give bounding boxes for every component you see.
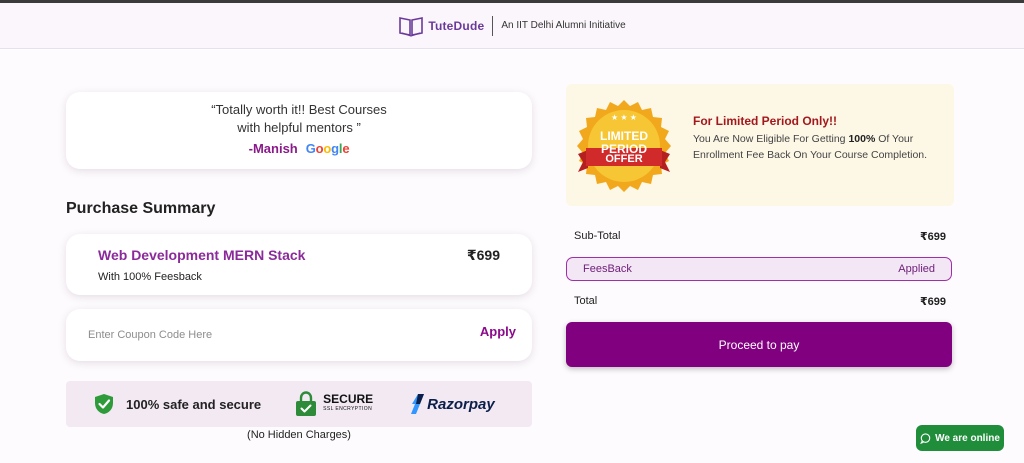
total-row: Total ₹699 bbox=[566, 291, 954, 311]
ssl-badge: SECURE SSL ENCRYPTION bbox=[295, 391, 373, 417]
brand-logo[interactable]: TuteDude An IIT Delhi Alumni Initiative bbox=[398, 15, 626, 37]
purchase-summary-title: Purchase Summary bbox=[66, 200, 216, 217]
coupon-card: Apply bbox=[66, 309, 532, 361]
safe-secure-badge: 100% safe and secure bbox=[94, 393, 261, 415]
course-feesback-note: With 100% Feesback bbox=[98, 271, 202, 283]
no-hidden-charges-note: (No Hidden Charges) bbox=[247, 429, 351, 441]
brand-divider bbox=[492, 15, 494, 36]
feesback-status: Applied bbox=[898, 263, 935, 275]
subtotal-row: Sub-Total ₹699 bbox=[566, 226, 954, 246]
testimonial-author: -Manish bbox=[248, 141, 298, 156]
limited-offer-banner: LIMITED PERIOD OFFER ★ ★ ★ For Limited P… bbox=[566, 84, 954, 206]
ssl-text: SECURE SSL ENCRYPTION bbox=[323, 392, 374, 414]
subtotal-label: Sub-Total bbox=[574, 230, 621, 242]
testimonial-card: “Totally worth it!! Best Courses with he… bbox=[66, 92, 532, 169]
security-badges: 100% safe and secure SECURE SSL ENCRYPTI… bbox=[66, 381, 532, 427]
coupon-input[interactable] bbox=[88, 326, 388, 344]
proceed-to-pay-button[interactable]: Proceed to pay bbox=[566, 322, 952, 367]
course-price: ₹699 bbox=[466, 247, 500, 263]
testimonial-quote: “Totally worth it!! Best Courses with he… bbox=[66, 92, 532, 137]
badge-text-line-1: LIMITED bbox=[600, 129, 648, 143]
brand-name: TuteDude bbox=[428, 18, 485, 33]
testimonial-quote-line-1: “Totally worth it!! Best Courses bbox=[211, 102, 387, 117]
testimonial-attribution: -Manish Google bbox=[66, 141, 532, 156]
shield-check-icon bbox=[95, 394, 113, 414]
offer-desc-highlight: 100% bbox=[848, 133, 876, 145]
whatsapp-chat-button[interactable]: We are online bbox=[916, 425, 1004, 451]
offer-description: You Are Now Eligible For Getting 100% Of… bbox=[693, 131, 948, 163]
feesback-row: FeesBack Applied bbox=[566, 257, 952, 281]
offer-title: For Limited Period Only!! bbox=[693, 114, 838, 128]
testimonial-quote-line-2: with helpful mentors ” bbox=[237, 120, 361, 135]
razorpay-label: Razorpay bbox=[427, 395, 495, 413]
razorpay-badge: Razorpay bbox=[409, 393, 495, 415]
limited-offer-badge-icon: LIMITED PERIOD OFFER ★ ★ ★ bbox=[577, 100, 671, 192]
total-value: ₹699 bbox=[919, 295, 946, 308]
brand-tagline: An IIT Delhi Alumni Initiative bbox=[501, 20, 626, 31]
ssl-lock-icon bbox=[296, 391, 317, 416]
ssl-main-label: SECURE bbox=[323, 392, 374, 406]
badge-stars: ★ ★ ★ bbox=[611, 113, 637, 122]
site-header: TuteDude An IIT Delhi Alumni Initiative bbox=[0, 3, 1024, 49]
apply-coupon-button[interactable]: Apply bbox=[480, 324, 516, 339]
safe-secure-label: 100% safe and secure bbox=[126, 396, 262, 412]
feesback-label: FeesBack bbox=[583, 263, 632, 275]
course-name: Web Development MERN Stack bbox=[98, 247, 306, 263]
chat-bubble-icon bbox=[920, 432, 931, 444]
razorpay-logo-icon bbox=[411, 394, 425, 414]
total-label: Total bbox=[574, 295, 598, 307]
book-logo-icon bbox=[399, 16, 424, 37]
offer-desc-part-1: You Are Now Eligible For Getting bbox=[693, 133, 849, 145]
ssl-sub-label: SSL ENCRYPTION bbox=[323, 406, 373, 412]
chat-label: We are online bbox=[935, 432, 1000, 444]
course-card: Web Development MERN Stack With 100% Fee… bbox=[66, 234, 532, 295]
subtotal-value: ₹699 bbox=[919, 230, 946, 243]
google-logo-icon: Google bbox=[305, 141, 350, 156]
badge-text-line-3: OFFER bbox=[605, 153, 642, 165]
